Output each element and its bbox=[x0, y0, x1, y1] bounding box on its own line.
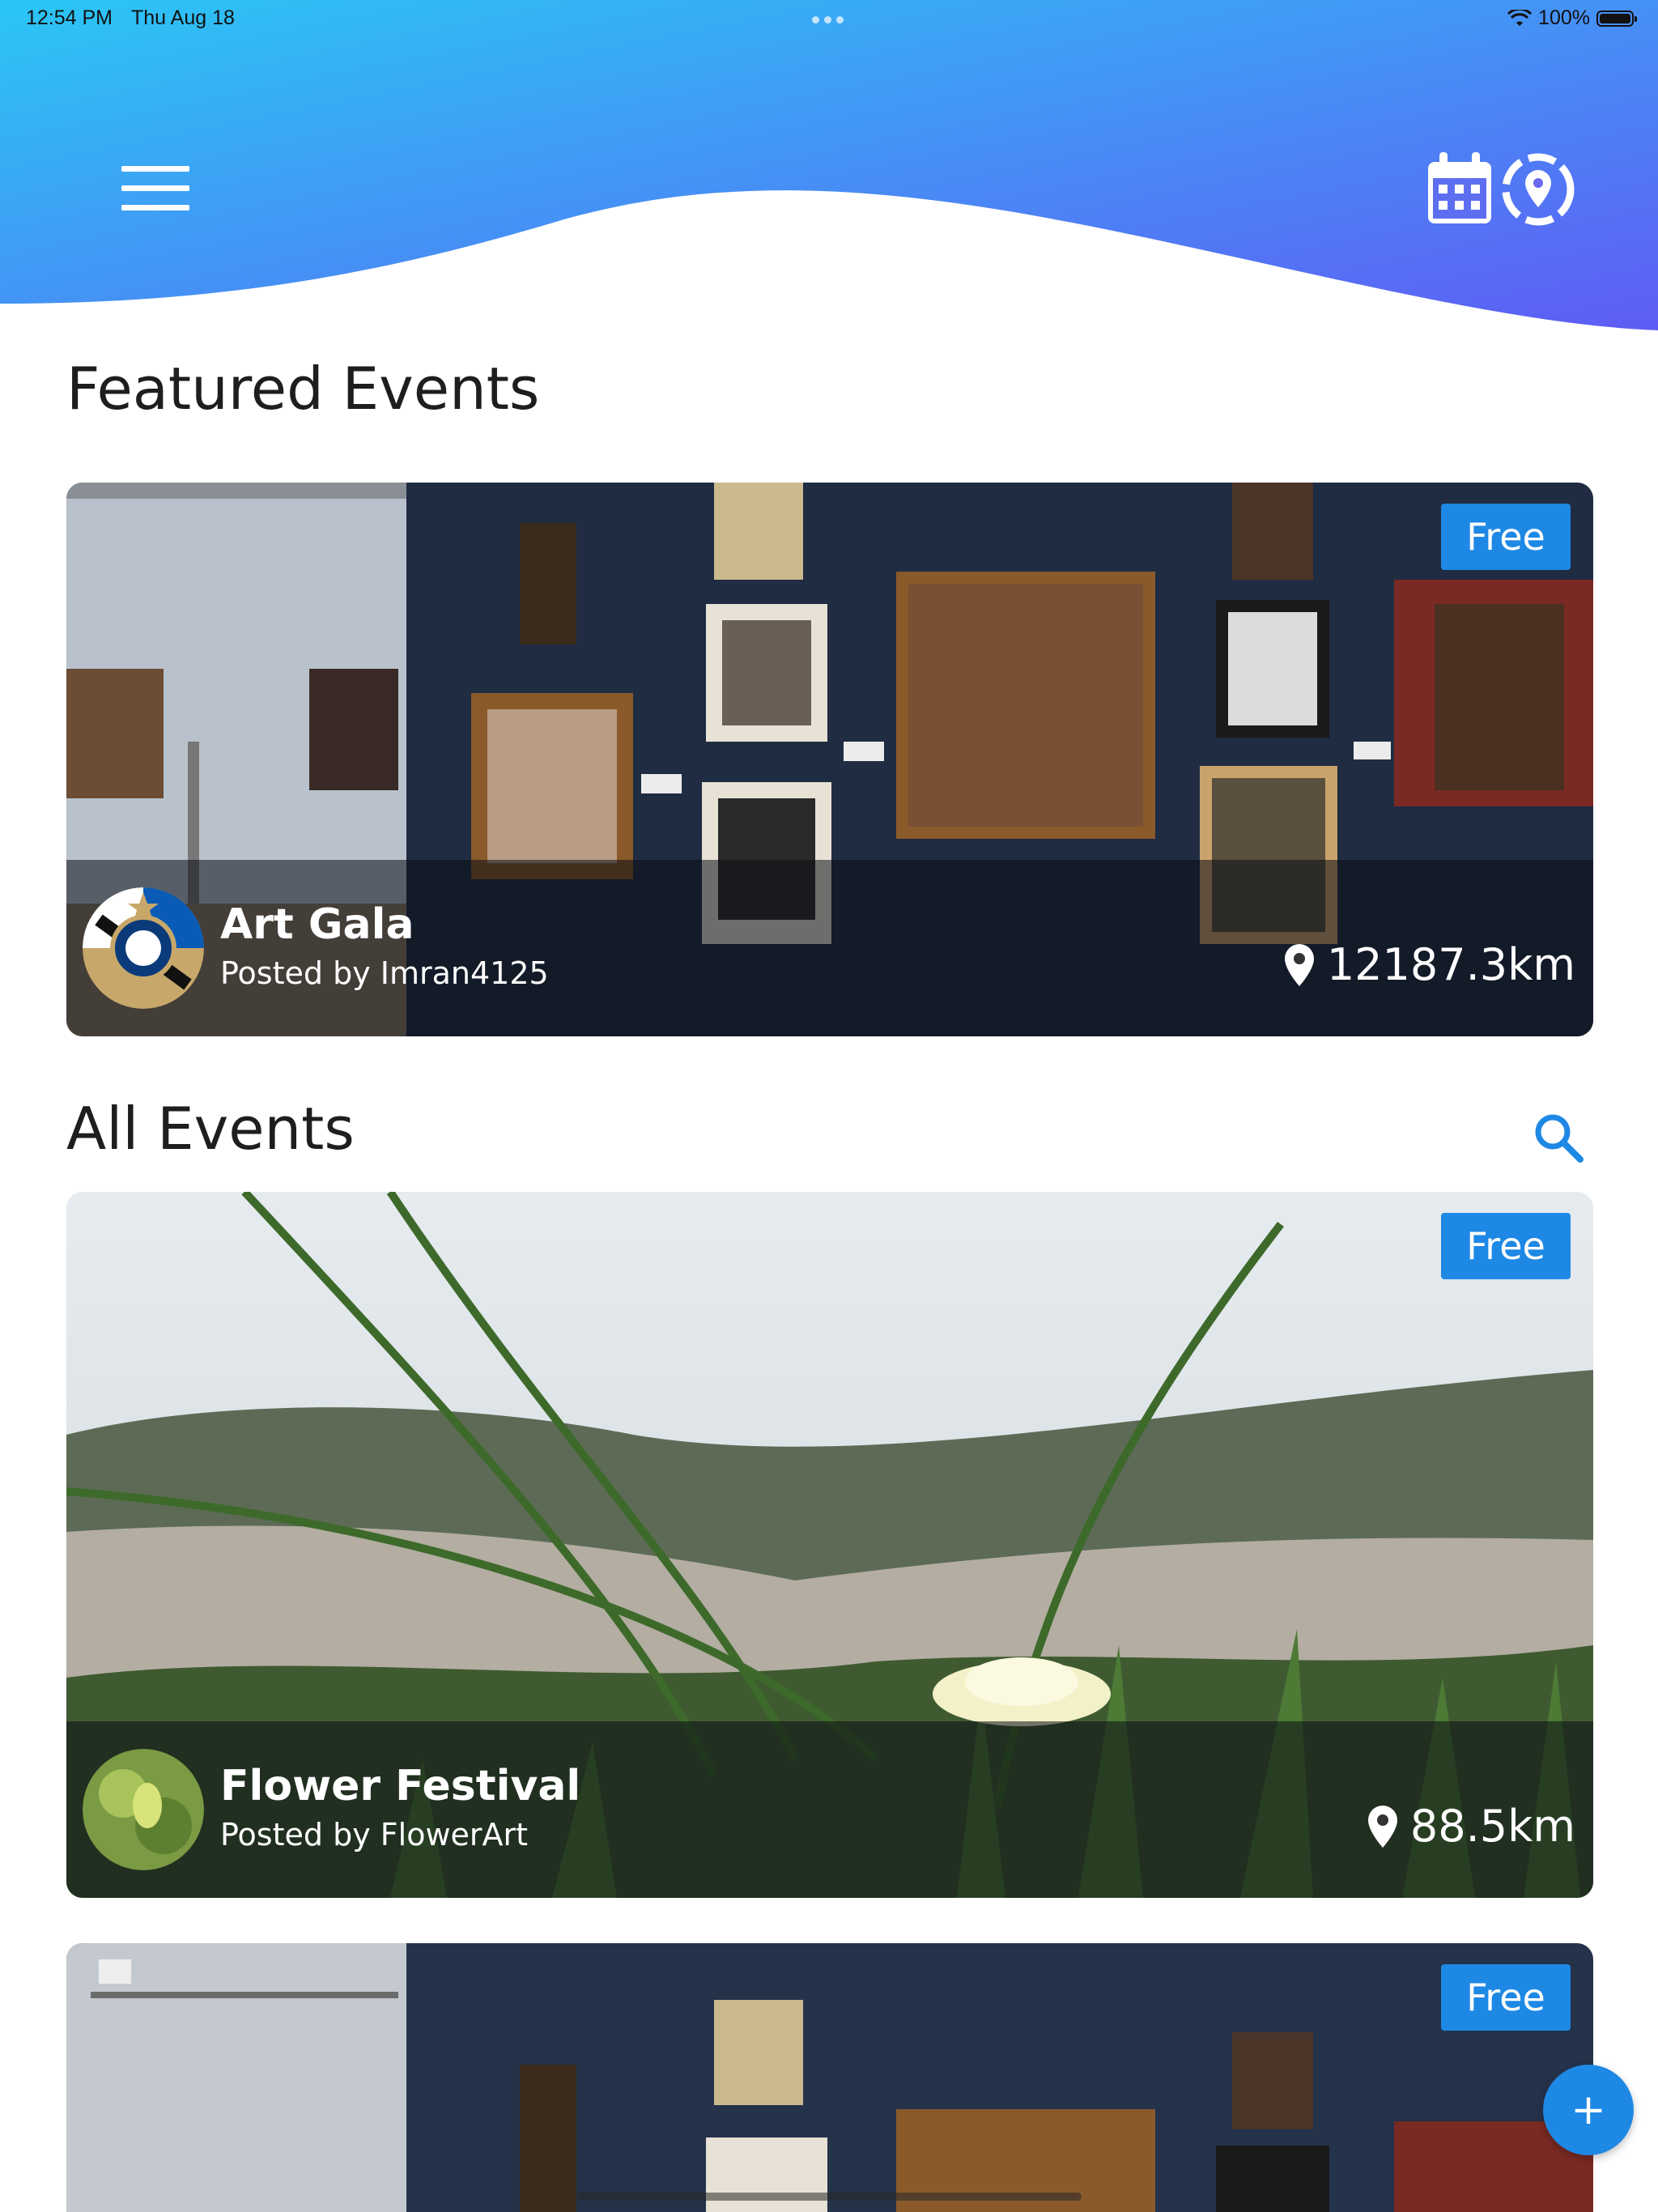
wifi-icon bbox=[1507, 9, 1533, 26]
header-wave-background bbox=[0, 0, 1658, 330]
hamburger-icon-bar bbox=[121, 166, 189, 172]
event-title: Flower Festival bbox=[220, 1762, 581, 1810]
avatar bbox=[83, 1749, 204, 1870]
map-pin-icon bbox=[1284, 943, 1314, 986]
menu-button[interactable] bbox=[121, 166, 189, 216]
avatar bbox=[83, 887, 204, 1009]
event-card[interactable]: Free Flower Festival Posted by FlowerArt… bbox=[66, 1192, 1593, 1898]
featured-event-card[interactable]: Free Art Gala Posted by Imran4125 12187.… bbox=[66, 483, 1593, 1036]
multitasking-dots-icon[interactable] bbox=[812, 16, 844, 23]
price-badge: Free bbox=[1441, 1964, 1571, 2031]
event-info-bar: Flower Festival Posted by FlowerArt 88.5… bbox=[66, 1721, 1593, 1898]
event-distance: 88.5km bbox=[1367, 1801, 1575, 1852]
add-event-button[interactable]: + bbox=[1543, 2065, 1634, 2155]
gallery-event-image bbox=[66, 1943, 1593, 2212]
event-poster: Posted by FlowerArt bbox=[220, 1817, 529, 1853]
event-title: Art Gala bbox=[220, 900, 414, 949]
status-bar: 12:54 PM Thu Aug 18 100% bbox=[0, 0, 1658, 39]
event-distance: 12187.3km bbox=[1283, 939, 1575, 990]
calendar-icon[interactable] bbox=[1425, 151, 1494, 227]
distance-value: 12187.3km bbox=[1326, 939, 1575, 990]
hamburger-icon-bar bbox=[121, 205, 189, 211]
event-poster: Posted by Imran4125 bbox=[220, 955, 549, 991]
price-badge: Free bbox=[1441, 1213, 1571, 1279]
distance-value: 88.5km bbox=[1409, 1801, 1575, 1852]
event-info-bar: Art Gala Posted by Imran4125 12187.3km bbox=[66, 860, 1593, 1036]
battery-percent: 100% bbox=[1538, 6, 1590, 29]
home-indicator[interactable] bbox=[576, 2193, 1082, 2201]
battery-icon bbox=[1596, 10, 1637, 27]
price-badge: Free bbox=[1441, 504, 1571, 570]
event-card[interactable]: Free bbox=[66, 1943, 1593, 2212]
featured-events-title: Featured Events bbox=[66, 355, 540, 423]
all-events-title: All Events bbox=[66, 1095, 355, 1163]
status-date: Thu Aug 18 bbox=[131, 6, 235, 29]
location-target-icon[interactable] bbox=[1499, 151, 1577, 228]
hamburger-icon-bar bbox=[121, 185, 189, 191]
search-icon[interactable] bbox=[1530, 1109, 1587, 1166]
status-indicators: 100% bbox=[1507, 6, 1637, 30]
map-pin-icon bbox=[1367, 1805, 1397, 1848]
status-time: 12:54 PM bbox=[26, 6, 113, 29]
